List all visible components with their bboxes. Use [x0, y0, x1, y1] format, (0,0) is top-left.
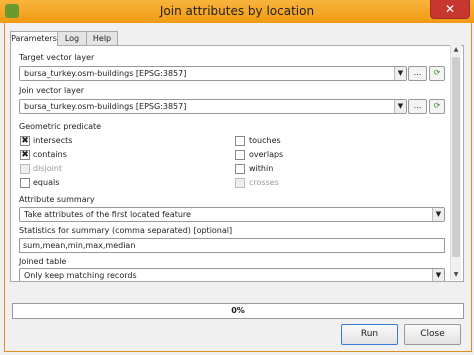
target-iterate-button[interactable]: ⟳ — [429, 66, 445, 81]
equals-checkbox[interactable] — [20, 178, 30, 188]
tab-help[interactable]: Help — [86, 31, 118, 45]
join-layer-combo[interactable]: bursa_turkey.osm-buildings [EPSG:3857] ▼ — [19, 99, 407, 114]
predicate-label: Geometric predicate — [19, 122, 102, 131]
chevron-down-icon: ▼ — [394, 100, 406, 113]
run-button[interactable]: Run — [341, 324, 398, 345]
join-layer-label: Join vector layer — [19, 86, 85, 95]
chevron-down-icon: ▼ — [432, 208, 444, 221]
tab-parameters[interactable]: Parameters — [10, 31, 58, 46]
progress-bar: 0% — [12, 303, 464, 319]
stats-value: sum,mean,min,max,median — [23, 241, 136, 250]
join-browse-button[interactable]: ... — [408, 99, 427, 114]
tab-log[interactable]: Log — [57, 31, 87, 45]
join-layer-value: bursa_turkey.osm-buildings [EPSG:3857] — [24, 102, 187, 111]
summary-combo[interactable]: Take attributes of the first located fea… — [19, 207, 445, 222]
target-layer-combo[interactable]: bursa_turkey.osm-buildings [EPSG:3857] ▼ — [19, 66, 407, 81]
refresh-icon: ⟳ — [433, 68, 441, 77]
chevron-down-icon: ▼ — [432, 269, 444, 281]
refresh-icon: ⟳ — [433, 101, 441, 110]
contains-label: contains — [33, 150, 67, 159]
target-layer-label: Target vector layer — [19, 53, 95, 62]
touches-checkbox[interactable] — [235, 136, 245, 146]
overlaps-label: overlaps — [249, 150, 284, 159]
touches-label: touches — [249, 136, 281, 145]
within-label: within — [249, 164, 274, 173]
disjoint-checkbox — [20, 164, 30, 174]
summary-label: Attribute summary — [19, 195, 95, 204]
stats-label: Statistics for summary (comma separated)… — [19, 226, 233, 235]
scroll-up-icon[interactable]: ▲ — [451, 45, 461, 55]
intersects-checkbox[interactable]: ✖ — [20, 136, 30, 146]
summary-value: Take attributes of the first located fea… — [24, 210, 191, 219]
contains-checkbox[interactable]: ✖ — [20, 150, 30, 160]
crosses-label: crosses — [249, 178, 279, 187]
intersects-label: intersects — [33, 136, 73, 145]
equals-label: equals — [33, 178, 60, 187]
parameters-panel: Target vector layer bursa_turkey.osm-bui… — [10, 45, 464, 282]
target-browse-button[interactable]: ... — [408, 66, 427, 81]
joined-table-value: Only keep matching records — [24, 271, 137, 280]
scroll-down-icon[interactable]: ▼ — [451, 270, 461, 280]
chevron-down-icon: ▼ — [394, 67, 406, 80]
joined-table-label: Joined table — [19, 257, 67, 266]
window-title: Join attributes by location — [159, 4, 315, 18]
title-bar: Join attributes by location ✕ — [0, 0, 474, 23]
progress-text: 0% — [231, 306, 245, 315]
within-checkbox[interactable] — [235, 164, 245, 174]
window-close-button[interactable]: ✕ — [430, 0, 470, 19]
overlaps-checkbox[interactable] — [235, 150, 245, 160]
close-button[interactable]: Close — [404, 324, 461, 345]
panel-scrollbar[interactable]: ▲ ▼ — [450, 45, 461, 280]
scroll-thumb[interactable] — [452, 57, 460, 257]
join-iterate-button[interactable]: ⟳ — [429, 99, 445, 114]
target-layer-value: bursa_turkey.osm-buildings [EPSG:3857] — [24, 69, 187, 78]
joined-table-combo[interactable]: Only keep matching records ▼ — [19, 268, 445, 281]
crosses-checkbox — [235, 178, 245, 188]
stats-input[interactable]: sum,mean,min,max,median — [19, 238, 445, 253]
disjoint-label: disjoint — [33, 164, 63, 173]
